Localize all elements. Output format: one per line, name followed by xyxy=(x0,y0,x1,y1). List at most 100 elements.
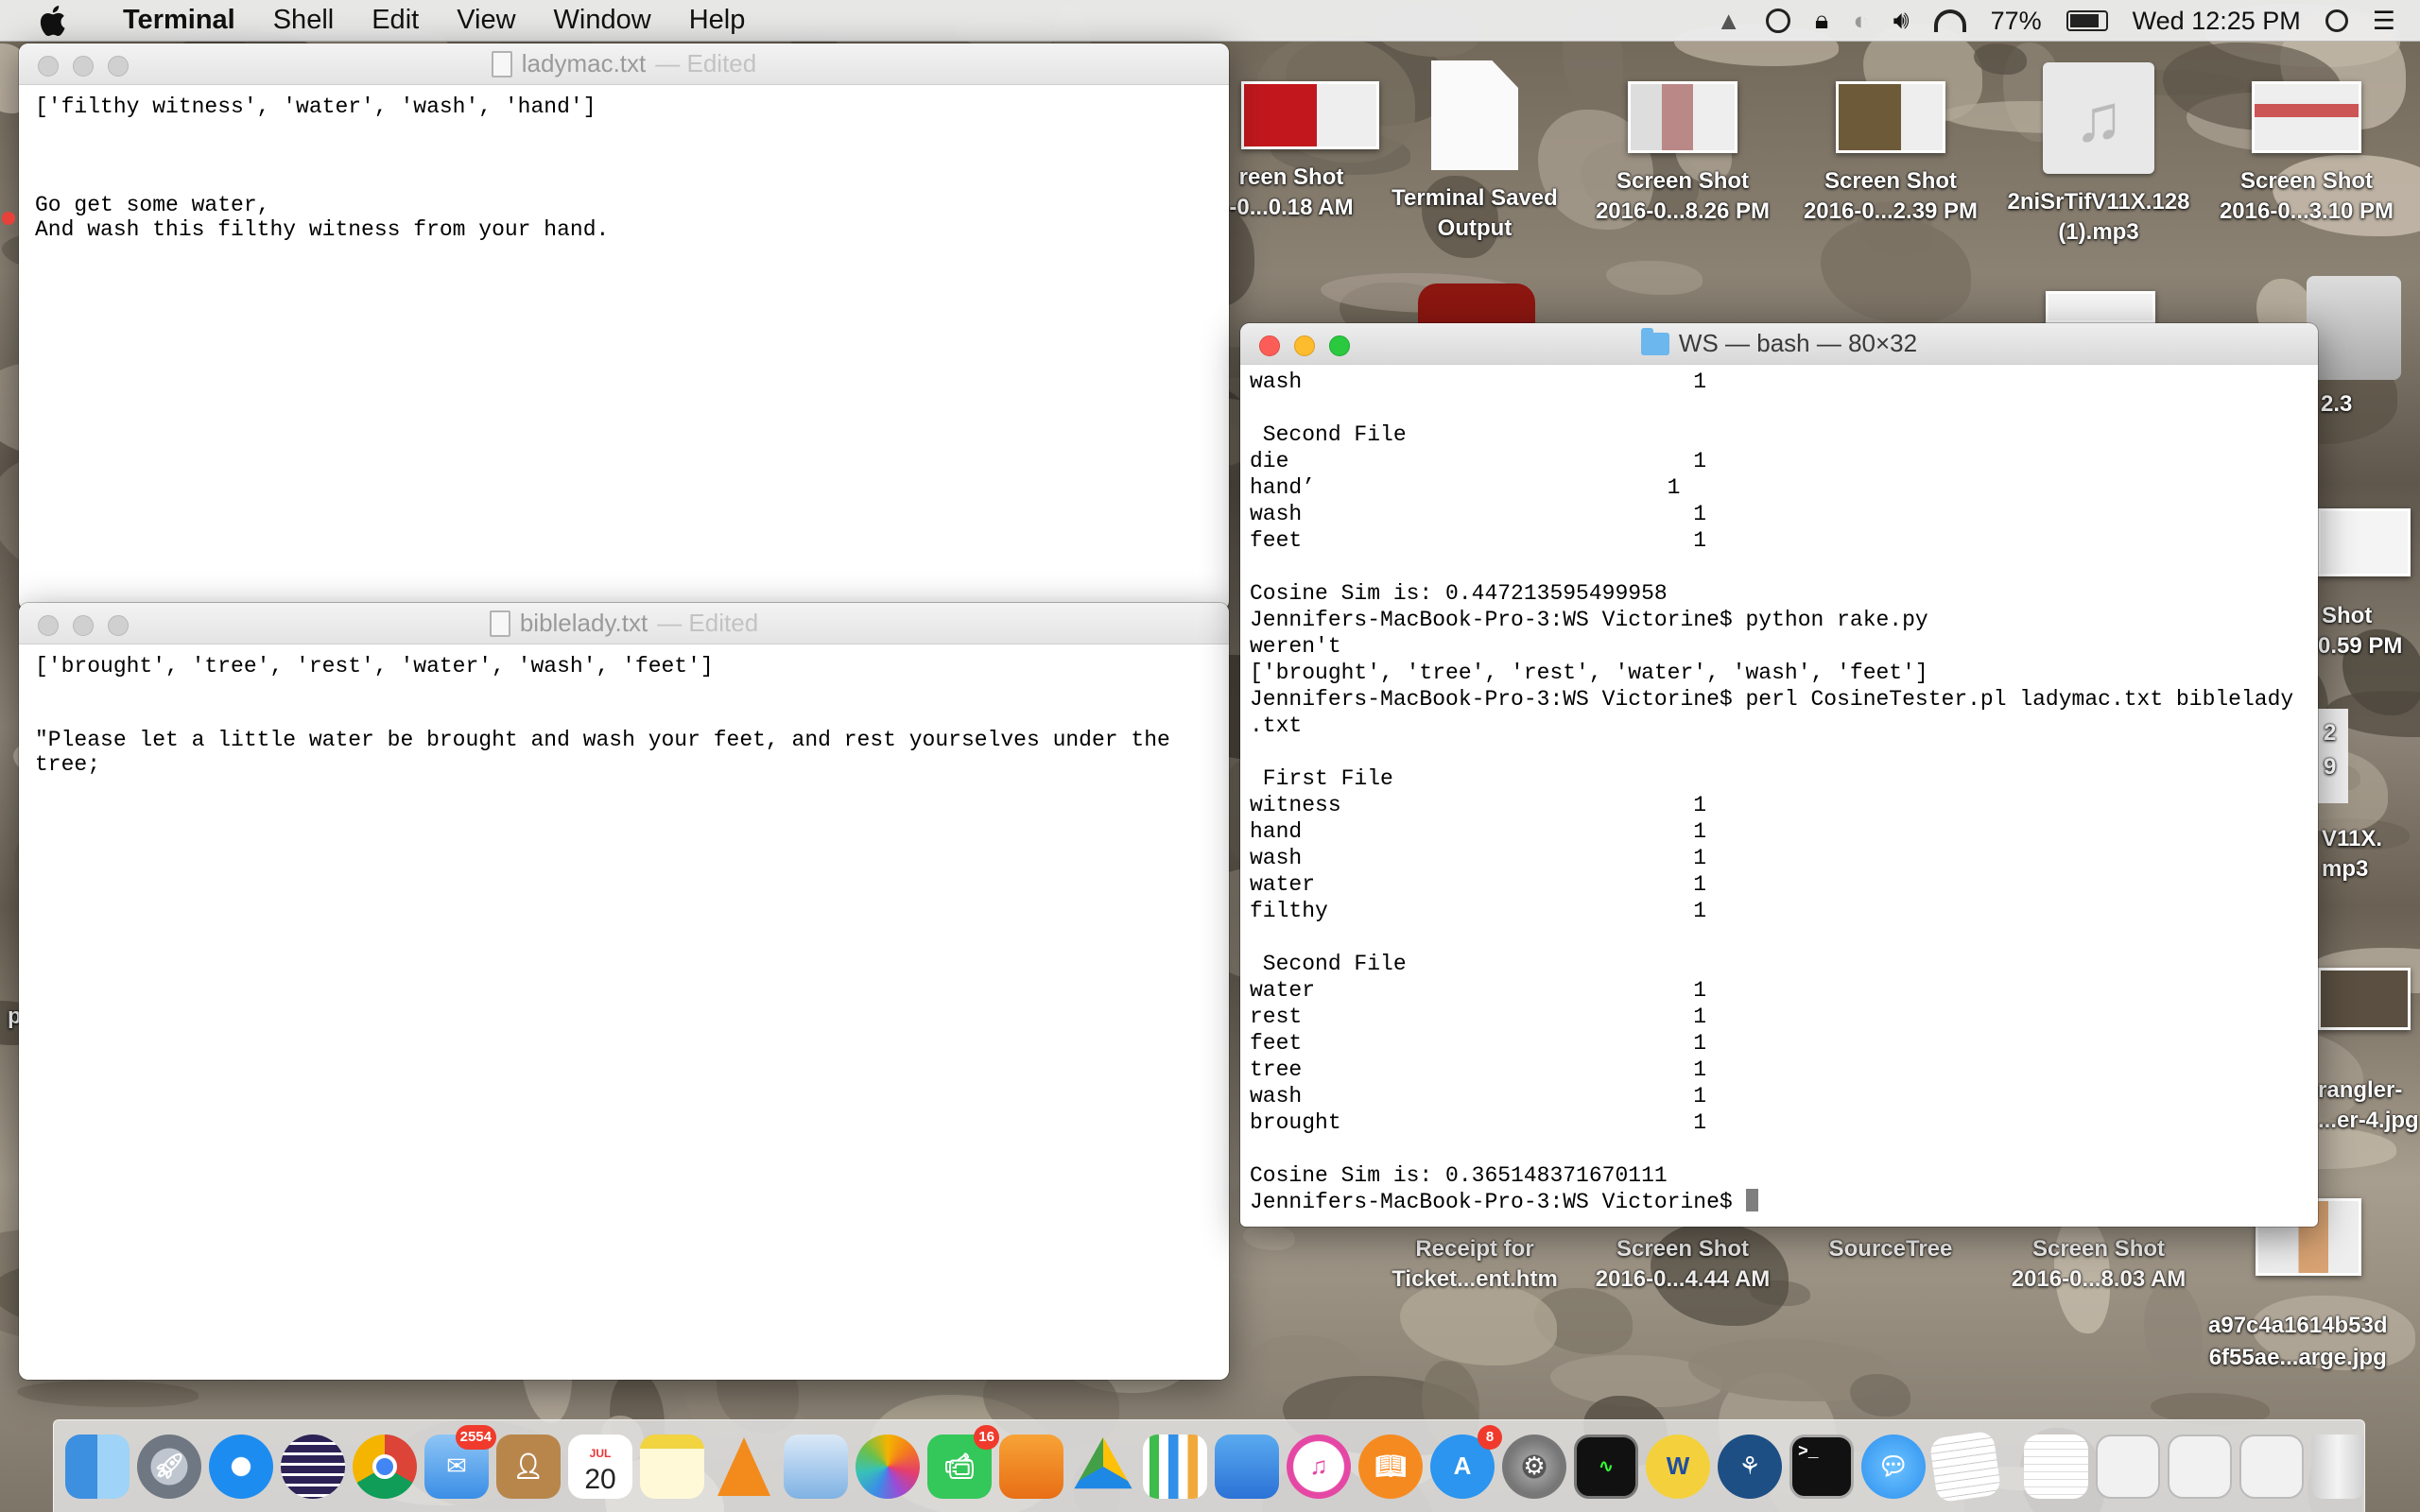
terminal-window[interactable]: WS — bash — 80×32 wash 1 Second File die … xyxy=(1240,323,2318,1227)
activity-monitor-icon[interactable]: ∿ xyxy=(1574,1434,1638,1499)
desktop-icon-screenshot-3[interactable]: Screen Shot 2016-0...2.39 PM xyxy=(1787,81,1995,227)
text-document-body[interactable]: ['brought', 'tree', 'rest', 'water', 'wa… xyxy=(19,644,1229,786)
zoom-button[interactable] xyxy=(108,615,129,636)
system-preferences-icon[interactable]: ⚙︎ xyxy=(1502,1434,1566,1499)
document-stack-icon[interactable] xyxy=(2024,1434,2088,1499)
menu-view[interactable]: View xyxy=(438,5,534,36)
battery-icon[interactable] xyxy=(2066,10,2108,31)
desktop-icon-mp3[interactable]: ♫ 2niSrTifV11X.128 (1).mp3 xyxy=(1995,62,2203,248)
terminal-icon[interactable]: >_ xyxy=(1789,1434,1854,1499)
keynote-icon[interactable] xyxy=(1215,1434,1279,1499)
launchpad-icon[interactable]: 🚀︎ xyxy=(137,1434,201,1499)
terminal-line: First File xyxy=(1250,766,1393,791)
battery-percent[interactable]: 77% xyxy=(1991,7,2042,36)
downloads-stack-icon[interactable] xyxy=(2168,1434,2232,1499)
pages-icon[interactable] xyxy=(999,1434,1063,1499)
lock-status-icon[interactable]: 🔒︎ xyxy=(1815,6,1828,36)
textedit-window-biblelady[interactable]: biblelady.txt — Edited ['brought', 'tree… xyxy=(19,603,1229,1380)
terminal-line: wash 1 xyxy=(1250,846,1707,870)
window-titlebar[interactable]: WS — bash — 80×32 xyxy=(1240,323,2318,365)
partial-label: 2 xyxy=(2324,720,2337,746)
trash-icon[interactable] xyxy=(2311,1434,2364,1499)
partial-label: V11X. xyxy=(2322,826,2383,851)
safari-icon[interactable] xyxy=(209,1434,273,1499)
menu-window[interactable]: Window xyxy=(535,5,670,36)
partial-label: Shot xyxy=(2322,603,2373,628)
sync-status-icon[interactable] xyxy=(1765,9,1790,33)
notification-center-icon[interactable]: ☰ xyxy=(2373,7,2395,36)
desktop-icon-screenshot-6[interactable]: Screen Shot 2016-0...8.03 AM xyxy=(1995,1234,2203,1295)
desktop-icon-sourcetree[interactable]: SourceTree xyxy=(1787,1234,1995,1264)
desktop-icon-receipt[interactable]: Receipt for Ticket...ent.htm xyxy=(1371,1234,1579,1295)
spotlight-search-icon[interactable] xyxy=(2325,9,2348,32)
drive-icon[interactable] xyxy=(2307,276,2401,380)
wifi-icon[interactable] xyxy=(1933,9,1966,32)
edited-indicator: — Edited xyxy=(655,49,757,77)
screenshot-thumbnail[interactable] xyxy=(2318,968,2411,1030)
close-button[interactable] xyxy=(38,615,59,636)
text-document-body[interactable]: ['filthy witness', 'water', 'wash', 'han… xyxy=(19,85,1229,251)
terminal-line: Jennifers-MacBook-Pro-3:WS Victorine$ py… xyxy=(1250,608,1928,632)
preview-icon[interactable] xyxy=(784,1434,848,1499)
text-line xyxy=(35,679,1213,703)
zoom-button[interactable] xyxy=(1329,335,1350,356)
eclipse-icon[interactable] xyxy=(281,1434,345,1499)
messages-icon[interactable]: 💬︎ xyxy=(1861,1434,1926,1499)
minimize-button[interactable] xyxy=(1294,335,1315,356)
terminal-line: Second File xyxy=(1250,952,1407,976)
numbers-icon[interactable] xyxy=(1143,1434,1207,1499)
sublime-icon[interactable]: W xyxy=(1646,1434,1710,1499)
partial-label: 0.59 PM xyxy=(2318,633,2403,659)
sourcetree-icon[interactable]: ⚘ xyxy=(1718,1434,1782,1499)
terminal-cursor xyxy=(1745,1189,1758,1211)
window-titlebar[interactable]: ladymac.txt — Edited xyxy=(19,43,1229,85)
partial-label: 2.3 xyxy=(2321,391,2353,417)
itunes-icon[interactable]: ♫ xyxy=(1287,1434,1351,1499)
mail-icon[interactable]: ✉︎ 2554 xyxy=(424,1424,496,1499)
finder-icon[interactable] xyxy=(65,1434,130,1499)
terminal-prompt-line[interactable]: Jennifers-MacBook-Pro-3:WS Victorine$ xyxy=(1250,1189,2308,1215)
facetime-icon[interactable]: 📹︎ 16 xyxy=(927,1424,999,1499)
window-title: biblelady.txt — Edited xyxy=(489,609,758,638)
textedit-icon[interactable] xyxy=(1928,1430,2002,1503)
volume-icon[interactable]: 🔊︎ xyxy=(1893,6,1910,36)
minimize-button[interactable] xyxy=(73,56,94,77)
textedit-window-ladymac[interactable]: ladymac.txt — Edited ['filthy witness', … xyxy=(19,43,1229,610)
menu-edit[interactable]: Edit xyxy=(353,5,438,36)
time-machine-icon[interactable]: ◐ xyxy=(1853,7,1868,36)
window-titlebar[interactable]: biblelady.txt — Edited xyxy=(19,603,1229,644)
calendar-icon[interactable]: JUL 20 xyxy=(568,1434,632,1499)
files-stack-icon[interactable] xyxy=(2239,1434,2304,1499)
terminal-output[interactable]: wash 1 Second File die 1 hand’ 1 wash 1 feet… xyxy=(1240,365,2318,1219)
photos-icon[interactable] xyxy=(856,1434,920,1499)
zoom-button[interactable] xyxy=(108,56,129,77)
vlc-icon[interactable] xyxy=(712,1435,776,1499)
close-button[interactable] xyxy=(1259,335,1280,356)
notes-icon[interactable] xyxy=(640,1434,704,1499)
minimize-button[interactable] xyxy=(73,615,94,636)
screenshot-thumbnail[interactable] xyxy=(2318,508,2411,576)
menu-help[interactable]: Help xyxy=(670,5,765,36)
close-button[interactable] xyxy=(38,56,59,77)
clock[interactable]: Wed 12:25 PM xyxy=(2133,7,2301,36)
app-store-icon[interactable]: A8 xyxy=(1430,1424,1502,1499)
vlc-status-icon[interactable]: ▲ xyxy=(1716,7,1741,36)
screenshot-thumbnail[interactable] xyxy=(2046,291,2155,323)
chrome-icon[interactable] xyxy=(353,1434,417,1499)
ibooks-icon[interactable]: 📖︎ xyxy=(1358,1434,1423,1499)
menu-app-name[interactable]: Terminal xyxy=(104,5,254,36)
terminal-line: hand 1 xyxy=(1250,819,1707,844)
desktop-icon-screenshot-5[interactable]: Screen Shot 2016-0...4.44 AM xyxy=(1579,1234,1787,1295)
apple-menu-icon[interactable] xyxy=(0,5,104,37)
screenshot-stack-icon[interactable] xyxy=(2096,1434,2160,1499)
google-drive-icon[interactable] xyxy=(1074,1436,1132,1489)
desktop-icon-label: Screen Shot 2016-0...8.03 AM xyxy=(2011,1236,2187,1292)
desktop-icon-screenshot-2[interactable]: Screen Shot 2016-0...8.26 PM xyxy=(1579,81,1787,227)
contacts-icon[interactable]: 👤︎ xyxy=(496,1434,561,1499)
error-marker-icon xyxy=(2,212,15,225)
menu-shell[interactable]: Shell xyxy=(254,5,354,36)
desktop-icon-terminal-saved-output[interactable]: Terminal Saved Output xyxy=(1371,60,1579,244)
desktop-icon-screenshot-4[interactable]: Screen Shot 2016-0...3.10 PM xyxy=(2203,81,2411,227)
menu-bar: Terminal Shell Edit View Window Help ▲ 🔒… xyxy=(0,0,2420,42)
